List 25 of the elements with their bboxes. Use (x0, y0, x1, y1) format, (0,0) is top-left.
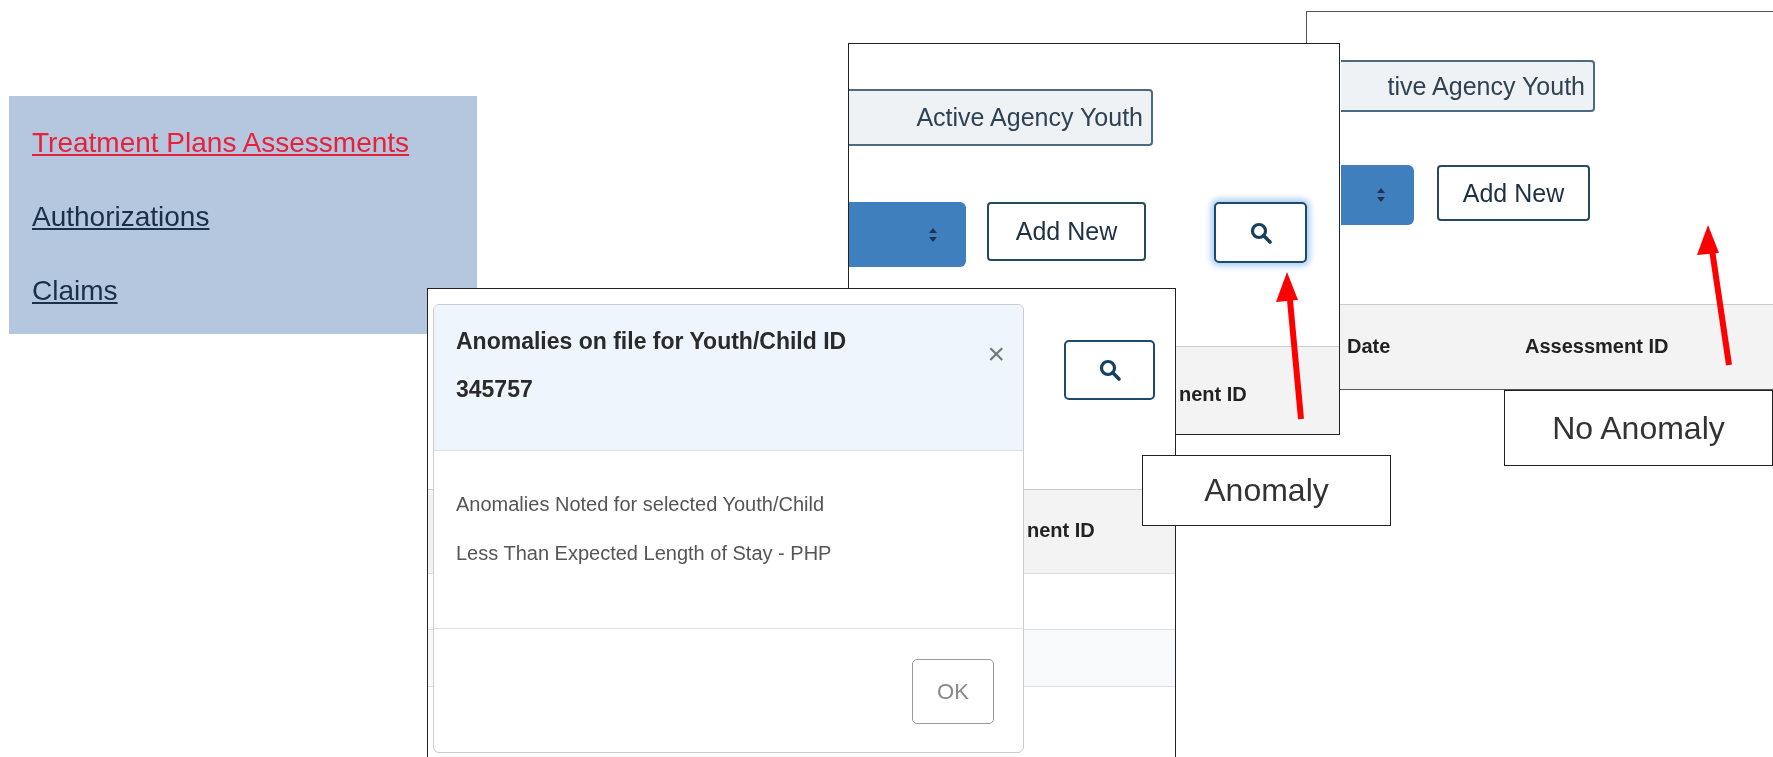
modal-title: Anomalies on file for Youth/Child ID 345757 (456, 327, 848, 404)
search-icon (1248, 220, 1273, 245)
filter-button[interactable]: tive Agency Youth (1341, 60, 1595, 112)
search-button[interactable] (1064, 340, 1155, 400)
select-field[interactable] (1341, 165, 1414, 225)
search-icon (1097, 358, 1122, 382)
column-header: Date (1347, 335, 1391, 358)
search-button[interactable] (1214, 202, 1307, 263)
filter-button[interactable]: Active Agency Youth (849, 89, 1153, 146)
close-button[interactable]: × (987, 339, 1005, 369)
add-new-button[interactable]: Add New (987, 202, 1146, 261)
nav-link[interactable]: Claims (32, 276, 118, 306)
caption-label: Anomaly (1142, 455, 1391, 526)
column-header: nent ID (1027, 519, 1095, 542)
nav-link[interactable]: Authorizations (32, 202, 210, 232)
select-field[interactable] (849, 202, 966, 267)
add-new-button[interactable]: Add New (1437, 165, 1590, 221)
sort-caret-icon (928, 226, 938, 243)
message-text: Anomalies Noted for selected Youth/Child (456, 492, 825, 517)
column-header: Assessment ID (1525, 335, 1669, 358)
ok-button[interactable]: OK (912, 659, 994, 724)
sort-caret-icon (1376, 187, 1386, 203)
caption-label: No Anomaly (1504, 390, 1773, 466)
message-text: Less Than Expected Length of Stay - PHP (456, 541, 833, 566)
column-header: nent ID (1179, 383, 1247, 406)
